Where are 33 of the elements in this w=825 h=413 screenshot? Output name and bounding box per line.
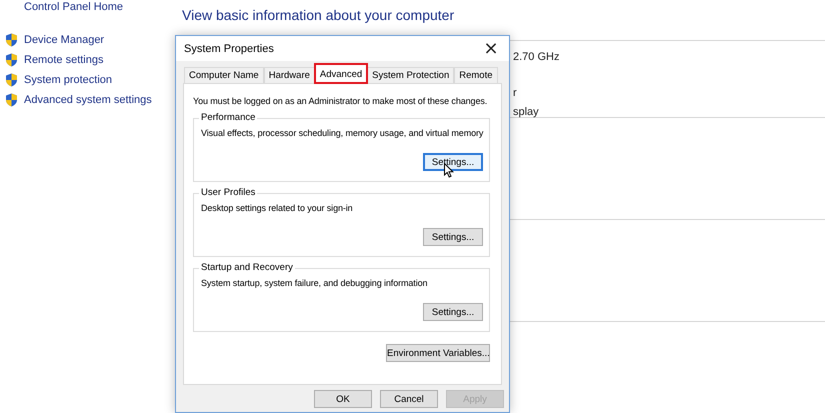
tab[interactable]: Hardware xyxy=(264,67,315,83)
dialog-button[interactable]: OK xyxy=(314,390,372,408)
group-description: System startup, system failure, and debugging information xyxy=(201,278,428,288)
tab[interactable]: System Protection xyxy=(367,67,454,83)
group-description: Desktop settings related to your sign-in xyxy=(201,203,353,213)
notice-text: You must be logged on as an Administrator to make most of these changes. xyxy=(193,96,488,106)
group-description: Visual effects, processor scheduling, memory usage, and virtual memory xyxy=(201,128,484,138)
settings-button[interactable]: Settings... xyxy=(423,228,483,246)
shield-icon xyxy=(5,33,18,47)
tab[interactable]: Advanced xyxy=(314,64,368,83)
sidebar-link[interactable]: Device Manager xyxy=(24,34,104,46)
info-text: splay xyxy=(513,106,539,118)
shield-icon xyxy=(5,53,18,67)
dialog-button[interactable]: Cancel xyxy=(380,390,438,408)
sidebar-link[interactable]: System protection xyxy=(24,74,112,86)
tab[interactable]: Computer Name xyxy=(184,67,264,83)
settings-button[interactable]: Settings... xyxy=(423,303,483,321)
tab[interactable]: Remote xyxy=(454,67,498,83)
shield-icon xyxy=(5,73,18,87)
home-link[interactable]: Control Panel Home xyxy=(24,1,182,15)
sidebar-link[interactable]: Advanced system settings xyxy=(24,94,152,106)
sidebar-link[interactable]: Remote settings xyxy=(24,54,104,66)
group-title: Performance xyxy=(199,112,258,123)
dialog-title: System Properties xyxy=(184,42,274,54)
page-heading: View basic information about your computer xyxy=(182,7,456,25)
info-text: r xyxy=(513,87,517,99)
group-title: User Profiles xyxy=(199,187,258,198)
environment-variables-button[interactable]: Environment Variables... xyxy=(386,344,490,362)
group-title: Startup and Recovery xyxy=(199,262,295,273)
shield-icon xyxy=(5,93,18,107)
close-button[interactable]: × xyxy=(473,36,509,61)
settings-button[interactable]: Settings... xyxy=(423,153,483,171)
info-text: 2.70 GHz xyxy=(513,51,560,63)
